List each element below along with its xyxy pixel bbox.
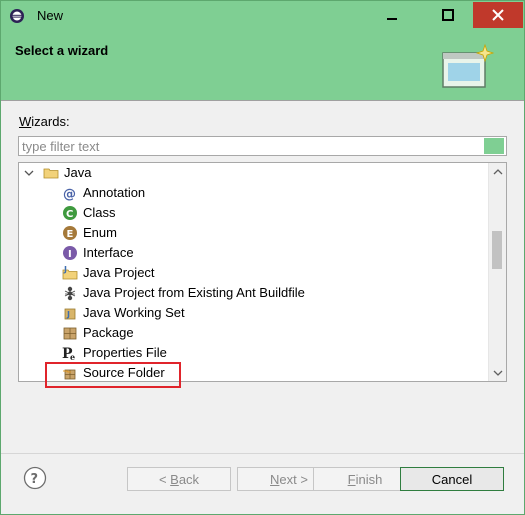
next-button-mnemonic: N [270, 471, 280, 487]
svg-text:I: I [68, 249, 72, 260]
chevron-down-icon [493, 370, 502, 376]
source-folder-highlight [45, 362, 181, 388]
java-project-icon: J [62, 265, 78, 280]
tree-item-label: Enum [83, 225, 117, 240]
class-icon: C [63, 206, 77, 220]
svg-text:E: E [67, 229, 74, 240]
finish-button-mnemonic: F [347, 471, 356, 487]
tree-item-package[interactable]: Package [19, 323, 488, 343]
tree-item-label: Java Project [83, 265, 155, 280]
chevron-up-icon [493, 168, 502, 174]
folder-icon [43, 168, 59, 179]
wizards-label-text: izards: [31, 114, 70, 129]
interface-icon: I [63, 246, 77, 260]
clear-filter-button[interactable] [484, 138, 504, 154]
new-wizard-dialog: New Select a wizard Wizards: Jav [0, 0, 525, 515]
svg-text:?: ? [31, 472, 39, 487]
chevron-down-icon[interactable] [23, 167, 35, 179]
ant-icon [64, 286, 76, 301]
tree-item-label: Java Project from Existing Ant Buildfile [83, 285, 305, 300]
close-icon [492, 9, 504, 21]
tree-item-label: Properties File [83, 345, 167, 360]
tree-item-properties-file[interactable]: Pe Properties File [19, 343, 488, 363]
footer-divider [1, 453, 524, 454]
properties-file-icon: Pe [62, 346, 75, 361]
tree-item-java-project[interactable]: J Java Project [19, 263, 488, 283]
tree-item-enum[interactable]: E Enum [19, 223, 488, 243]
scroll-down-button[interactable] [489, 364, 506, 381]
tree-item-annotation[interactable]: @ Annotation [19, 183, 488, 203]
back-button-mnemonic: B [170, 471, 179, 487]
svg-text:e: e [70, 352, 75, 361]
page-title: Select a wizard [15, 43, 109, 58]
scroll-thumb[interactable] [492, 231, 502, 269]
minimize-button[interactable] [369, 2, 415, 28]
working-set-icon: J [64, 308, 76, 320]
new-wizard-icon [442, 43, 495, 88]
annotation-icon: @ [63, 187, 76, 201]
tree-item-interface[interactable]: I Interface [19, 243, 488, 263]
tree-item-label: Interface [83, 245, 134, 260]
tree-item-label: Java Working Set [83, 305, 185, 320]
tree-item-class[interactable]: C Class [19, 203, 488, 223]
filter-field[interactable] [18, 136, 507, 156]
back-button[interactable]: < Back [127, 467, 231, 491]
tree-item-label: Class [83, 205, 116, 220]
vertical-scrollbar[interactable] [488, 163, 506, 381]
tree-item-label: Java [64, 165, 92, 180]
svg-text:J: J [66, 310, 70, 319]
filter-input[interactable] [19, 137, 485, 155]
cancel-button-label: Cancel [431, 471, 473, 487]
package-icon [63, 327, 77, 340]
next-button-label: ext > [279, 471, 308, 487]
back-button-prefix: < [158, 471, 171, 487]
cancel-button[interactable]: Cancel [400, 467, 504, 491]
tree-item-label: Package [83, 325, 134, 340]
tree-item-label: Annotation [83, 185, 146, 200]
tree-item-java[interactable]: Java [19, 163, 488, 183]
svg-text:@: @ [63, 187, 76, 201]
title-bar[interactable]: New [1, 1, 524, 31]
help-icon[interactable]: ? [23, 466, 47, 490]
tree-item-working-set[interactable]: J Java Working Set [19, 303, 488, 323]
eclipse-icon [10, 9, 24, 23]
back-button-label: ack [178, 471, 200, 487]
maximize-icon [442, 9, 454, 21]
wizard-banner: Select a wizard [1, 31, 524, 101]
wizards-label: Wizards: [19, 114, 70, 129]
scroll-up-button[interactable] [489, 163, 506, 180]
finish-button-label: inish [355, 471, 383, 487]
close-button[interactable] [473, 2, 523, 28]
wizard-tree[interactable]: Java @ Annotation C Class E Enum I Inter… [18, 162, 507, 382]
minimize-icon [387, 18, 397, 20]
svg-text:J: J [63, 265, 67, 274]
maximize-button[interactable] [425, 2, 471, 28]
window-title: New [37, 8, 64, 23]
tree-item-ant-project[interactable]: Java Project from Existing Ant Buildfile [19, 283, 488, 303]
svg-text:C: C [66, 209, 73, 220]
enum-icon: E [63, 226, 77, 240]
wizards-mnemonic: W [19, 114, 32, 129]
